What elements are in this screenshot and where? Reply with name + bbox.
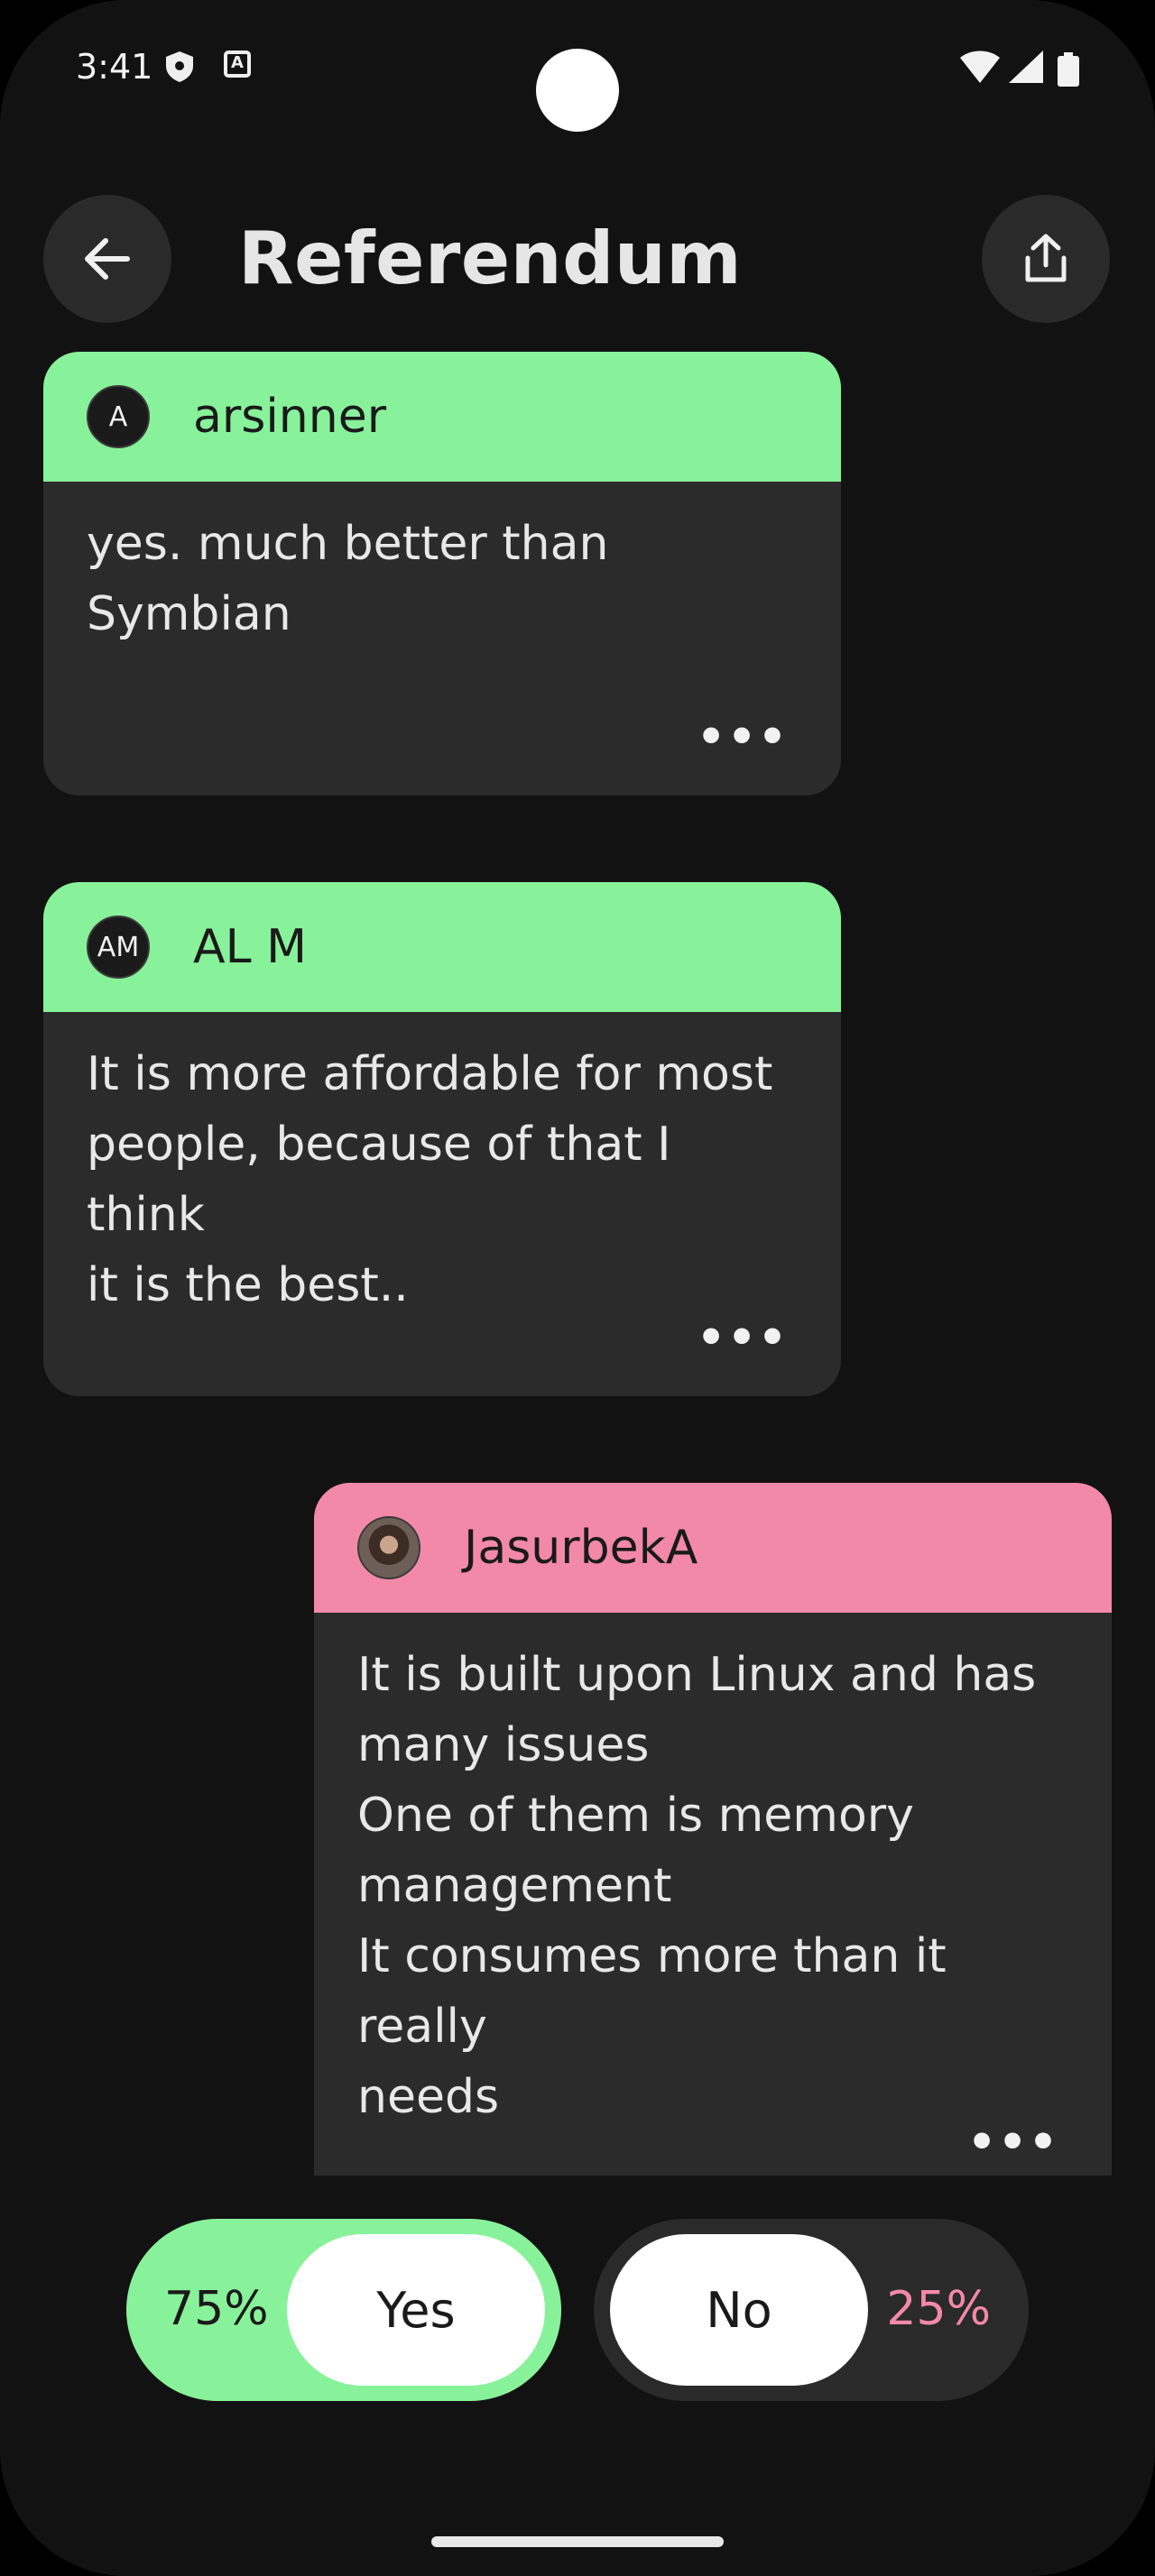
shield-icon <box>164 51 195 87</box>
arrow-back-icon <box>85 238 130 280</box>
comment-header: JasurbekA <box>314 1483 1112 1613</box>
vote-no-group: No 25% <box>594 2219 1029 2401</box>
battery-icon <box>1058 52 1079 90</box>
no-percentage: 25% <box>886 2282 991 2336</box>
status-time: 3:41 <box>76 47 153 87</box>
more-options-icon[interactable]: ••• <box>967 2116 1059 2168</box>
comment-card: AM AL M It is more affordable for most p… <box>43 882 841 1396</box>
signal-icon <box>1009 51 1043 87</box>
comment-card: A arsinner yes. much better than Symbian… <box>43 352 841 796</box>
more-options-icon[interactable]: ••• <box>697 1311 789 1364</box>
vote-yes-button[interactable]: Yes <box>287 2234 545 2386</box>
wifi-icon <box>960 51 1000 87</box>
avatar[interactable] <box>357 1516 420 1579</box>
yes-percentage: 75% <box>164 2282 269 2336</box>
avatar[interactable]: A <box>87 385 150 448</box>
comment-text: It is more affordable for most people, b… <box>87 1047 773 1312</box>
home-indicator[interactable] <box>431 2536 724 2547</box>
vote-yes-group: 75% Yes <box>126 2219 561 2401</box>
comment-username[interactable]: AL M <box>193 920 307 974</box>
comment-username[interactable]: arsinner <box>193 390 386 444</box>
page-title: Referendum <box>238 216 743 300</box>
a-badge-icon: A <box>224 51 251 78</box>
screen: 3:41 A Referendum A arsinner yes. much b… <box>0 0 1155 2576</box>
avatar[interactable]: AM <box>87 915 150 979</box>
share-icon <box>1025 234 1067 282</box>
back-button[interactable] <box>43 195 171 323</box>
comment-header: A arsinner <box>43 352 841 482</box>
comment-card: JasurbekA It is built upon Linux and has… <box>314 1483 1112 2176</box>
comment-header: AM AL M <box>43 882 841 1012</box>
more-options-icon[interactable]: ••• <box>697 711 789 763</box>
status-bar: 3:41 A <box>0 0 1155 144</box>
camera-cutout <box>536 49 619 132</box>
comment-username[interactable]: JasurbekA <box>464 1521 698 1575</box>
vote-no-button[interactable]: No <box>610 2234 868 2386</box>
comment-text: It is built upon Linux and has many issu… <box>357 1648 1037 2124</box>
comment-text: yes. much better than Symbian <box>87 517 609 641</box>
share-button[interactable] <box>982 195 1110 323</box>
